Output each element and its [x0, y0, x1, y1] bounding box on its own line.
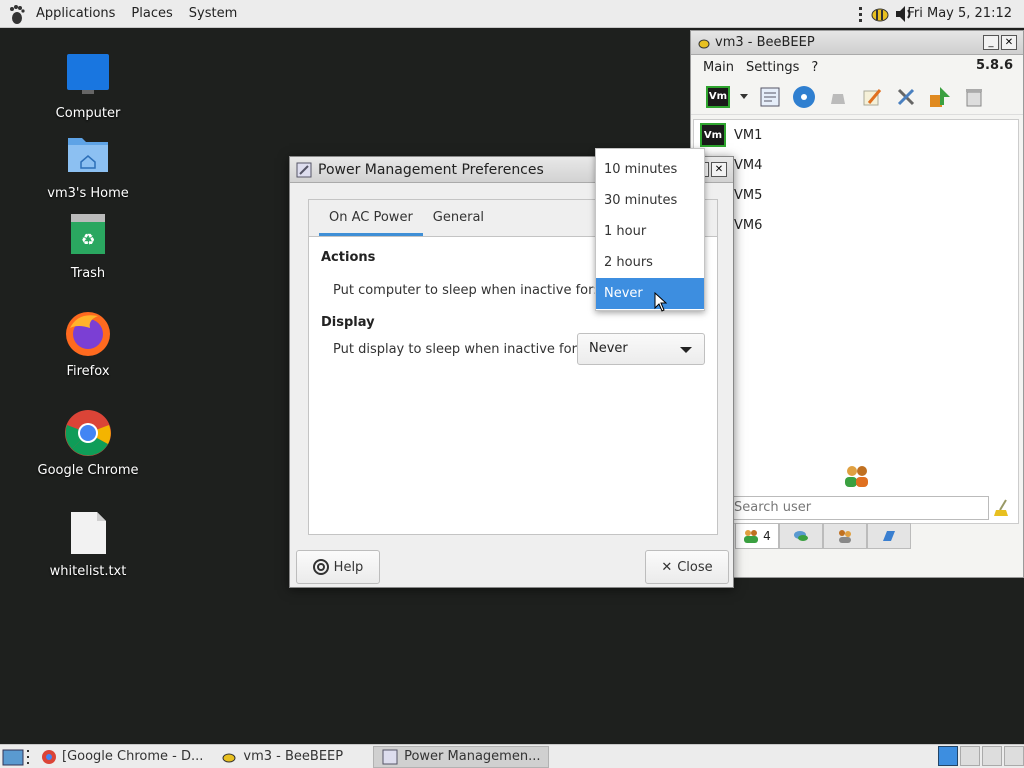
- beebeep-tray-icon[interactable]: [868, 3, 892, 25]
- close-dialog-button[interactable]: ✕ Close: [645, 550, 729, 584]
- workspace-2[interactable]: [960, 746, 980, 766]
- close-icon: ✕: [661, 559, 673, 575]
- display-sleep-label: Put display to sleep when inactive for:: [333, 342, 582, 357]
- edit-icon[interactable]: [859, 84, 885, 110]
- option-2-hours[interactable]: 2 hours: [596, 247, 704, 278]
- user-list: Vm VM1 VM4 VM5 VM6: [693, 119, 1019, 524]
- workspace-3[interactable]: [982, 746, 1002, 766]
- system-tray: [856, 3, 914, 25]
- tab-chats[interactable]: [779, 523, 823, 549]
- option-30-minutes[interactable]: 30 minutes: [596, 185, 704, 216]
- desktop-icon-computer[interactable]: Computer: [13, 52, 163, 121]
- notes-icon[interactable]: [757, 84, 783, 110]
- help-icon: [312, 559, 329, 575]
- monitor-icon: [64, 52, 112, 100]
- actions-heading: Actions: [321, 250, 376, 265]
- beebeep-menubar: Main Settings ?: [691, 55, 1023, 79]
- trash-icon[interactable]: [961, 84, 987, 110]
- beebeep-titlebar[interactable]: vm3 - BeeBEEP _ ✕: [691, 31, 1023, 55]
- broadcast-icon[interactable]: [791, 84, 817, 110]
- tools-icon[interactable]: [893, 84, 919, 110]
- chrome-icon: [42, 749, 56, 764]
- list-item[interactable]: VM6: [694, 210, 1018, 240]
- close-button[interactable]: ✕: [1001, 35, 1017, 50]
- tab-general[interactable]: General: [423, 200, 494, 236]
- desktop-icon-label: Firefox: [66, 364, 110, 379]
- text-file-icon: [64, 510, 112, 558]
- desktop-icon-label: Google Chrome: [37, 463, 139, 478]
- gnome-foot-icon[interactable]: [6, 3, 28, 25]
- mouse-cursor-icon: [654, 292, 667, 312]
- bee-icon: [698, 39, 710, 48]
- workspace-4[interactable]: [1004, 746, 1024, 766]
- vm-avatar-icon: Vm: [700, 123, 726, 147]
- clock[interactable]: Fri May 5, 21:12: [907, 6, 1012, 21]
- option-10-minutes[interactable]: 10 minutes: [596, 154, 704, 185]
- desktop-icon-whitelist[interactable]: whitelist.txt: [13, 510, 163, 579]
- tab-shares[interactable]: [867, 523, 911, 549]
- display-heading: Display: [321, 315, 375, 330]
- power-app-icon: [382, 749, 398, 764]
- bee-icon: [222, 753, 236, 762]
- desktop-icon-label: Computer: [55, 106, 121, 121]
- help-button[interactable]: Help: [296, 550, 380, 584]
- bell-icon[interactable]: [825, 84, 851, 110]
- tray-handle-icon: [859, 7, 862, 22]
- tab-users[interactable]: 4: [735, 523, 779, 549]
- menu-main[interactable]: Main: [703, 60, 734, 75]
- option-1-hour[interactable]: 1 hour: [596, 216, 704, 247]
- desktop-icon-home[interactable]: vm3's Home: [13, 132, 163, 201]
- minimize-button[interactable]: _: [983, 35, 999, 50]
- beebeep-toolbar: Vm: [691, 79, 1023, 115]
- menu-settings[interactable]: Settings: [746, 60, 799, 75]
- desktop-icon-trash[interactable]: ♻ Trash: [13, 212, 163, 281]
- list-item[interactable]: VM4: [694, 150, 1018, 180]
- dialog-title: Power Management Preferences: [318, 161, 544, 178]
- desktop-icon-chrome[interactable]: Google Chrome: [13, 409, 163, 478]
- menu-places[interactable]: Places: [123, 6, 180, 21]
- version-label: 5.8.6: [975, 58, 1013, 73]
- beebeep-bottom-tabs: 4: [735, 523, 911, 549]
- chrome-icon: [64, 409, 112, 457]
- taskbar-handle-icon: [27, 749, 29, 764]
- tab-on-ac-power[interactable]: On AC Power: [319, 200, 423, 236]
- display-sleep-combo[interactable]: Never: [577, 333, 705, 365]
- chevron-down-icon: [680, 347, 692, 353]
- desktop-icon-firefox[interactable]: Firefox: [13, 310, 163, 379]
- desktop-icon-label: vm3's Home: [47, 186, 129, 201]
- close-button[interactable]: ✕: [711, 162, 727, 177]
- menu-system[interactable]: System: [181, 6, 245, 21]
- svg-text:♻: ♻: [81, 230, 95, 249]
- beebeep-window: vm3 - BeeBEEP _ ✕ Main Settings ? 5.8.6 …: [690, 30, 1024, 578]
- trash-icon: ♻: [64, 212, 112, 260]
- users-group-icon: [845, 466, 868, 487]
- tab-groups[interactable]: [823, 523, 867, 549]
- network-icon[interactable]: [927, 84, 953, 110]
- desktop-icon-label: Trash: [70, 266, 106, 281]
- task-power-management[interactable]: Power Managemen...: [373, 745, 550, 768]
- firefox-icon: [64, 310, 112, 358]
- task-google-chrome[interactable]: [Google Chrome - D...: [34, 746, 211, 768]
- chevron-down-icon[interactable]: [739, 84, 749, 110]
- menu-applications[interactable]: Applications: [28, 6, 123, 21]
- home-folder-icon: [64, 132, 112, 180]
- status-vm-button[interactable]: Vm: [705, 84, 731, 110]
- show-desktop-icon[interactable]: [2, 747, 24, 767]
- menu-help[interactable]: ?: [811, 60, 818, 75]
- option-never[interactable]: Never: [596, 278, 704, 309]
- clear-search-icon[interactable]: [994, 498, 1012, 518]
- computer-sleep-dropdown: 10 minutes 30 minutes 1 hour 2 hours Nev…: [595, 148, 705, 312]
- top-panel: Applications Places System Fri May 5, 21…: [0, 0, 1024, 28]
- search-user-input[interactable]: Search user: [727, 496, 989, 520]
- power-app-icon: [296, 162, 312, 177]
- list-item[interactable]: Vm VM1: [694, 120, 1018, 150]
- computer-sleep-label: Put computer to sleep when inactive for:: [333, 283, 598, 298]
- workspace-1[interactable]: [938, 746, 958, 766]
- list-item[interactable]: VM5: [694, 180, 1018, 210]
- desktop-icon-label: whitelist.txt: [49, 564, 127, 579]
- task-beebeep[interactable]: vm3 - BeeBEEP: [213, 746, 351, 768]
- taskbar: [Google Chrome - D... vm3 - BeeBEEP Powe…: [0, 744, 1024, 768]
- window-title: vm3 - BeeBEEP: [715, 35, 815, 50]
